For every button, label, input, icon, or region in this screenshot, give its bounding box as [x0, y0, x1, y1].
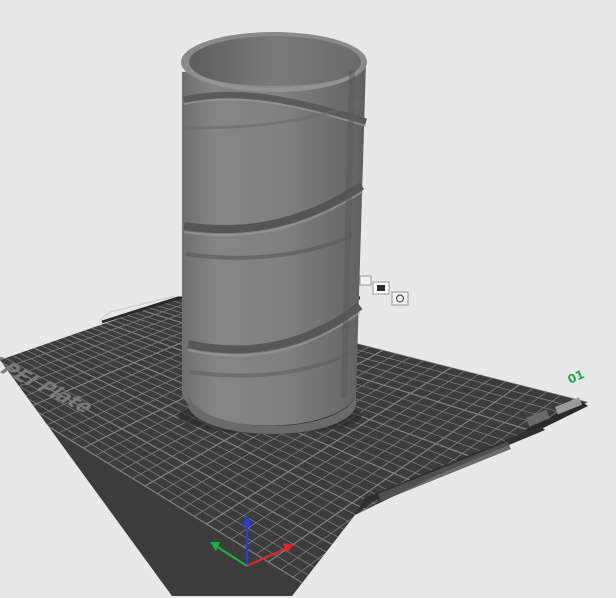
bed-number: 01 — [566, 367, 587, 387]
viewport-toolbar[interactable] — [359, 275, 409, 306]
3d-viewport[interactable]: Smooth Textured PEI Plate 01 — [0, 0, 616, 598]
cylinder-model[interactable] — [178, 32, 368, 434]
arrange-icon[interactable] — [359, 275, 372, 286]
settings-icon[interactable] — [391, 291, 409, 306]
